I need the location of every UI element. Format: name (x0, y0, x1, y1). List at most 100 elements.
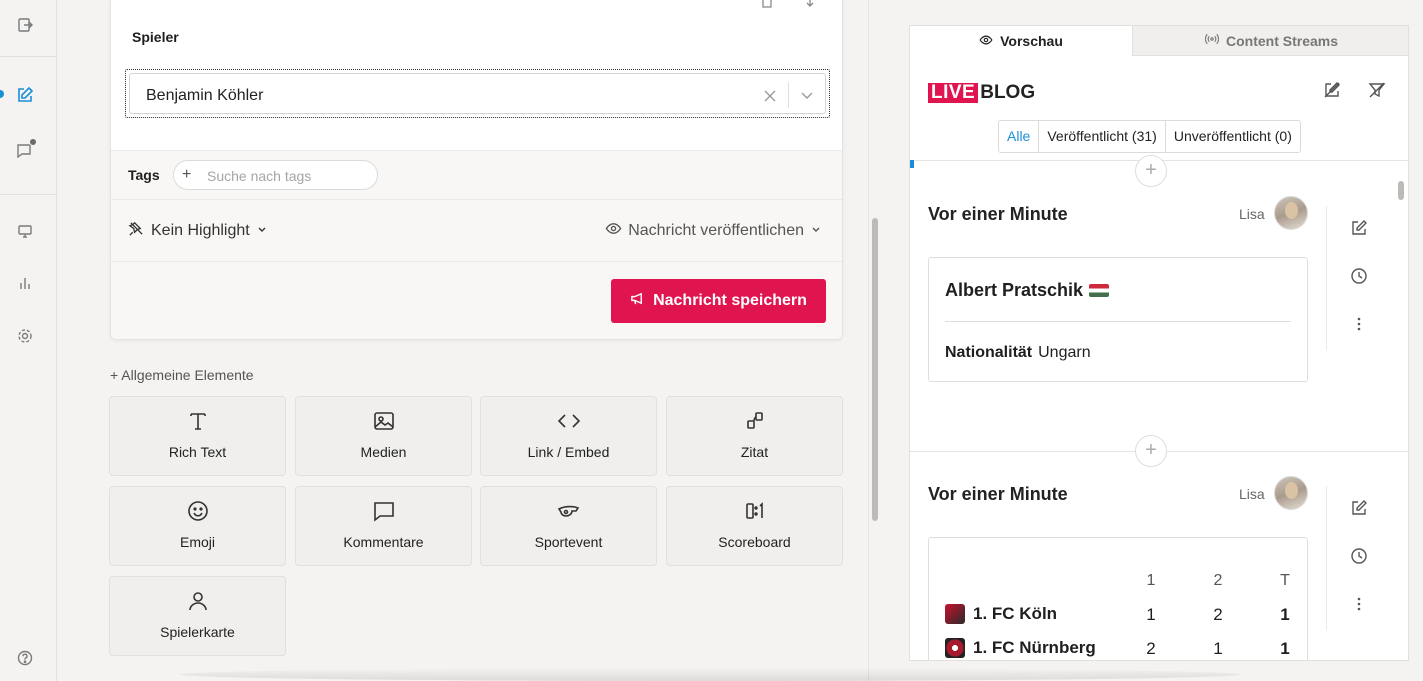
entry-divider (1326, 486, 1327, 630)
tab-vorschau[interactable]: Vorschau (910, 26, 1132, 56)
tile-link-embed[interactable]: Link / Embed (480, 396, 657, 476)
plus-icon: + (110, 367, 122, 383)
tags-search-input[interactable]: + Suche nach tags (173, 160, 378, 190)
delete-icon[interactable] (760, 0, 774, 8)
move-icon[interactable] (803, 0, 817, 8)
tile-emoji[interactable]: Emoji (109, 486, 286, 566)
team-logo-icon (945, 638, 965, 658)
publish-dropdown[interactable]: Nachricht veröffentlichen (605, 220, 822, 242)
edit-off-icon[interactable] (1322, 80, 1342, 100)
team-name: 1. FC Köln (973, 604, 1058, 623)
tile-label: Medien (360, 444, 407, 460)
whistle-icon (557, 499, 581, 523)
filter-segment: Alle Veröffentlicht (31) Unveröffentlich… (998, 120, 1301, 153)
left-rail (0, 0, 57, 681)
tile-zitat[interactable]: Zitat (666, 396, 843, 476)
tile-label: Sportevent (534, 534, 603, 550)
general-elements-toggle[interactable]: + Allgemeine Elemente (110, 367, 254, 383)
scoreboard-header: 2 (1213, 572, 1223, 589)
avatar (1274, 476, 1308, 510)
filter-alle[interactable]: Alle (999, 121, 1038, 152)
clock-icon[interactable] (1349, 266, 1369, 286)
chart-icon[interactable] (16, 274, 34, 292)
highlight-dropdown[interactable]: Kein Highlight (128, 220, 268, 242)
player-select[interactable]: Benjamin Köhler (125, 69, 830, 118)
settings-icon[interactable] (16, 327, 34, 345)
player-name-text: Albert Pratschik (945, 280, 1084, 300)
hungary-flag-icon (1089, 284, 1110, 297)
help-icon[interactable] (16, 649, 34, 667)
rail-divider (0, 194, 56, 195)
nationality-value: Ungarn (1038, 344, 1091, 361)
tile-scoreboard[interactable]: Scoreboard (666, 486, 843, 566)
scrollbar-thumb[interactable] (872, 218, 878, 521)
tile-spielerkarte[interactable]: Spielerkarte (109, 576, 286, 656)
chevron-down-icon (810, 222, 822, 240)
tags-label: Tags (128, 167, 160, 183)
scoreboard-header: T (1280, 572, 1290, 589)
entry-divider (1326, 206, 1327, 350)
score-value: 2 (1213, 605, 1223, 624)
score-value: 2 (1146, 639, 1156, 658)
clock-icon[interactable] (1349, 546, 1369, 566)
publish-label: Nachricht veröffentlichen (628, 222, 804, 239)
quote-icon (743, 409, 767, 433)
scoreboard-icon (743, 499, 767, 523)
nationality-label: Nationalität (945, 344, 1033, 361)
rail-divider (0, 56, 56, 57)
entry-author: Lisa (1239, 486, 1265, 502)
smiley-icon (186, 499, 210, 523)
preview-tabs: Vorschau Content Streams (910, 26, 1408, 56)
add-entry-button[interactable]: + (1135, 435, 1167, 467)
tile-sportevent[interactable]: Sportevent (480, 486, 657, 566)
filter-unpublished[interactable]: Unveröffentlicht (0) (1164, 121, 1300, 152)
monitor-icon[interactable] (16, 222, 34, 240)
tile-rich-text[interactable]: Rich Text (109, 396, 286, 476)
tile-kommentare[interactable]: Kommentare (295, 486, 472, 566)
filter-published[interactable]: Veröffentlicht (31) (1038, 121, 1164, 152)
nationality-row: Nationalität Ungarn (945, 344, 1091, 362)
more-icon[interactable] (1349, 594, 1369, 614)
team-row-nuernberg: 1. FC Nürnberg (945, 638, 1096, 658)
edit-icon[interactable] (16, 86, 34, 104)
edit-icon[interactable] (1349, 498, 1369, 518)
active-marker (910, 160, 914, 168)
add-entry-button[interactable]: + (1135, 155, 1167, 187)
player-select-inner[interactable]: Benjamin Köhler (129, 73, 826, 114)
broadcast-icon (1204, 32, 1220, 49)
tab-content-streams[interactable]: Content Streams (1132, 26, 1408, 56)
tile-medien[interactable]: Medien (295, 396, 472, 476)
select-divider (788, 82, 789, 108)
clear-icon[interactable] (761, 85, 779, 105)
preview-scrollbar[interactable] (1398, 181, 1404, 200)
team-name: 1. FC Nürnberg (973, 638, 1096, 657)
score-value: 1 (1213, 639, 1223, 658)
tile-label: Rich Text (168, 444, 227, 460)
logo-live: LIVE (928, 83, 979, 103)
text-icon (186, 409, 210, 433)
tile-label: Kommentare (343, 534, 424, 550)
tile-label: Spielerkarte (160, 624, 235, 640)
notification-dot (29, 138, 37, 146)
save-message-button[interactable]: Nachricht speichern (611, 279, 826, 323)
more-icon[interactable] (1349, 314, 1369, 334)
pin-off-icon (128, 220, 145, 242)
edit-icon[interactable] (1349, 218, 1369, 238)
chevron-down-icon[interactable] (799, 85, 815, 105)
highlight-label: Kein Highlight (151, 222, 250, 239)
filter-off-icon[interactable] (1367, 80, 1387, 100)
liveblog-logo: LIVE BLOG (928, 82, 1035, 104)
team-logo-icon (945, 604, 965, 624)
options-row: Kein Highlight Nachricht veröffentlichen (111, 200, 842, 262)
player-card: Albert Pratschik Nationalität Ungarn (928, 257, 1308, 382)
eye-icon (979, 33, 993, 50)
active-indicator (0, 90, 4, 98)
avatar (1274, 196, 1308, 230)
plus-icon: + (182, 166, 192, 183)
bottom-shadow (180, 668, 1240, 681)
save-row: Nachricht speichern (111, 262, 842, 339)
preview-panel: Vorschau Content Streams LIVE BLOG Alle … (909, 25, 1409, 661)
eye-icon (605, 220, 622, 242)
tab-label: Content Streams (1225, 32, 1339, 49)
exit-icon[interactable] (16, 16, 34, 34)
